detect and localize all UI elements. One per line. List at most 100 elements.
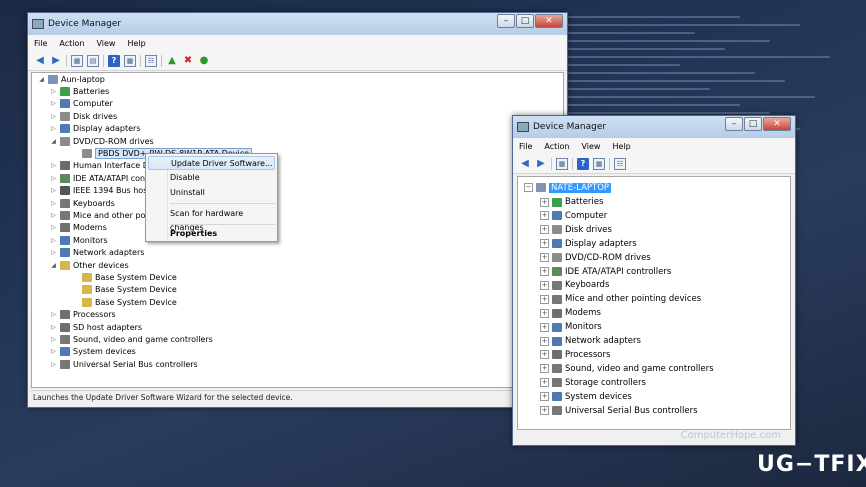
menu-item-scan-hardware[interactable]: Scan for hardware changes <box>148 207 275 232</box>
expand-icon[interactable]: + <box>540 280 549 290</box>
expand-icon[interactable]: ▷ <box>50 100 57 107</box>
menu-help[interactable]: Help <box>612 142 630 151</box>
menu-item-properties[interactable]: Properties <box>148 227 275 241</box>
tree-category-item[interactable]: + IDE ATA/ATAPI controllers <box>540 265 671 278</box>
expand-icon[interactable]: + <box>540 336 549 346</box>
expand-icon[interactable]: ▷ <box>50 361 57 368</box>
tree-root[interactable]: − NATE-LAPTOP <box>524 181 612 194</box>
tree-child-item[interactable]: Base System Device <box>72 296 177 308</box>
expand-icon[interactable]: + <box>540 392 549 402</box>
tree-category-item[interactable]: + Disk drives <box>540 223 612 236</box>
tree-category-item[interactable]: + Display adapters <box>540 237 637 250</box>
expand-icon[interactable]: + <box>540 350 549 360</box>
enable-device-icon[interactable]: ● <box>198 55 210 67</box>
scan-hardware-icon[interactable]: ☷ <box>145 54 157 67</box>
tree-category-item[interactable]: ▷ Modems <box>50 222 107 234</box>
tree-category-item[interactable]: + Processors <box>540 348 610 361</box>
tree-category-item[interactable]: ▷ Processors <box>50 309 116 321</box>
expand-icon[interactable]: ▷ <box>50 187 57 194</box>
expand-icon[interactable]: ▷ <box>50 88 57 95</box>
tree-category-item[interactable]: ▷ Keyboards <box>50 197 115 209</box>
expand-icon[interactable]: + <box>540 267 549 276</box>
expand-icon[interactable]: + <box>540 322 549 332</box>
tree-category-item[interactable]: ▷ SD host adapters <box>50 321 142 333</box>
menu-item-update-driver[interactable]: Update Driver Software... <box>148 156 275 170</box>
menu-view[interactable]: View <box>96 39 115 48</box>
expand-icon[interactable]: ▷ <box>50 249 57 256</box>
scan-hardware-icon[interactable]: ☷ <box>614 157 626 170</box>
tree-category-item[interactable]: + Modems <box>540 307 601 320</box>
uninstall-icon[interactable]: ✖ <box>182 55 194 67</box>
menu-view[interactable]: View <box>581 142 600 151</box>
tree-category-item[interactable]: + Keyboards <box>540 279 609 292</box>
title-bar[interactable]: Device Manager – □ ✕ <box>513 116 795 138</box>
action-pane-icon[interactable]: ▦ <box>593 157 605 170</box>
expand-icon[interactable]: ▷ <box>50 311 57 318</box>
tree-category-item[interactable]: ▷ Universal Serial Bus controllers <box>50 358 198 370</box>
expand-icon[interactable]: ▷ <box>50 175 57 182</box>
minimize-button[interactable]: – <box>497 14 515 28</box>
tree-category-item[interactable]: ▷ System devices <box>50 346 136 358</box>
update-driver-icon[interactable]: ▲ <box>166 55 178 67</box>
tree-category-item[interactable]: ◢ DVD/CD-ROM drives <box>50 135 154 147</box>
properties-icon[interactable]: ▤ <box>87 54 99 67</box>
expand-icon[interactable]: ▷ <box>50 212 57 219</box>
expand-icon[interactable]: ▷ <box>50 237 57 244</box>
back-arrow-icon[interactable]: ◀ <box>519 158 531 170</box>
collapse-icon[interactable]: − <box>524 183 533 192</box>
menu-action[interactable]: Action <box>544 142 569 151</box>
expand-icon[interactable]: + <box>540 378 549 388</box>
tree-category-item[interactable]: + DVD/CD-ROM drives <box>540 251 651 264</box>
tree-child-item[interactable]: Base System Device <box>72 272 177 284</box>
collapse-icon[interactable]: ◢ <box>38 76 45 83</box>
menu-file[interactable]: File <box>519 142 532 151</box>
tree-category-item[interactable]: ▷ Monitors <box>50 234 108 246</box>
tree-category-item[interactable]: ◢ Other devices <box>50 259 129 271</box>
minimize-button[interactable]: – <box>725 117 743 131</box>
expand-icon[interactable]: + <box>540 406 549 415</box>
expand-icon[interactable]: + <box>540 364 549 374</box>
tree-category-item[interactable]: ▷ Mice and other poin <box>50 210 153 222</box>
tree-category-item[interactable]: ▷ Batteries <box>50 86 109 98</box>
menu-action[interactable]: Action <box>59 39 84 48</box>
expand-icon[interactable]: + <box>540 197 549 207</box>
tree-category-item[interactable]: + Sound, video and game controllers <box>540 362 714 375</box>
menu-item-uninstall[interactable]: Uninstall <box>148 186 275 200</box>
help-icon[interactable]: ? <box>577 157 589 170</box>
tree-category-item[interactable]: ▷ Human Interface Dev <box>50 160 159 172</box>
expand-icon[interactable]: + <box>540 225 549 235</box>
expand-icon[interactable]: + <box>540 294 549 304</box>
expand-icon[interactable]: ▷ <box>50 125 57 132</box>
tree-root[interactable]: ◢ Aun-laptop <box>38 73 105 85</box>
expand-icon[interactable]: ▷ <box>50 348 57 355</box>
tree-child-item[interactable]: Base System Device <box>72 284 177 296</box>
menu-file[interactable]: File <box>34 39 47 48</box>
show-hide-console-tree-icon[interactable]: ▦ <box>556 157 568 170</box>
tree-category-item[interactable]: + Mice and other pointing devices <box>540 293 701 306</box>
expand-icon[interactable]: ▷ <box>50 224 57 231</box>
forward-arrow-icon[interactable]: ▶ <box>535 158 547 170</box>
tree-category-item[interactable]: + Network adapters <box>540 335 641 348</box>
collapse-icon[interactable]: ◢ <box>50 138 57 145</box>
tree-category-item[interactable]: + Batteries <box>540 196 603 209</box>
tree-category-item[interactable]: ▷ Computer <box>50 98 113 110</box>
expand-icon[interactable]: ▷ <box>50 336 57 343</box>
menu-item-disable[interactable]: Disable <box>148 171 275 185</box>
tree-category-item[interactable]: ▷ Display adapters <box>50 123 141 135</box>
tree-category-item[interactable]: + Monitors <box>540 321 602 334</box>
tree-category-item[interactable]: ▷ IEEE 1394 Bus host c <box>50 185 157 197</box>
expand-icon[interactable]: + <box>540 253 549 263</box>
tree-category-item[interactable]: + Storage controllers <box>540 376 646 389</box>
tree-category-item[interactable]: ▷ IDE ATA/ATAPI contr <box>50 172 152 184</box>
tree-category-item[interactable]: + System devices <box>540 390 632 403</box>
collapse-icon[interactable]: ◢ <box>50 262 57 269</box>
tree-category-item[interactable]: + Computer <box>540 209 607 222</box>
expand-icon[interactable]: + <box>540 239 549 249</box>
tree-category-item[interactable]: ▷ Network adapters <box>50 247 144 259</box>
tree-category-item[interactable]: ▷ Sound, video and game controllers <box>50 334 213 346</box>
expand-icon[interactable]: ▷ <box>50 113 57 120</box>
help-icon[interactable]: ? <box>108 54 120 67</box>
show-hide-console-tree-icon[interactable]: ▦ <box>71 54 83 67</box>
expand-icon[interactable]: ▷ <box>50 200 57 207</box>
maximize-button[interactable]: □ <box>516 14 534 28</box>
